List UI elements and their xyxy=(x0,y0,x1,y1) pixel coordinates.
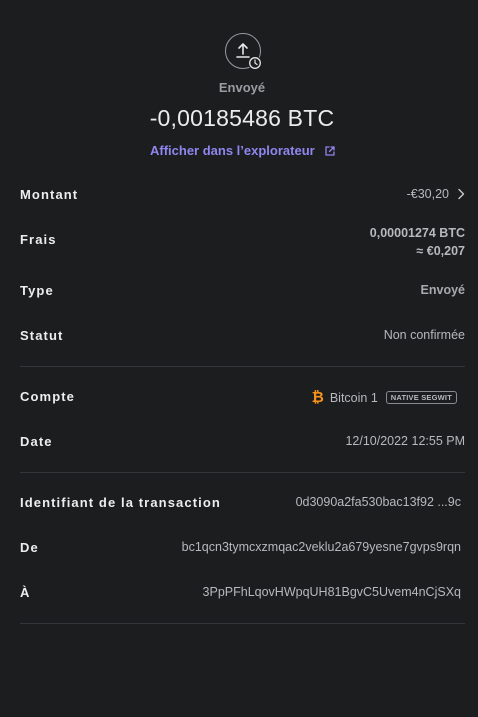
type-row: Type Envoyé xyxy=(20,283,465,303)
fees-crypto-value: 0,00001274 BTC xyxy=(369,226,465,240)
status-label: Statut xyxy=(20,328,64,343)
external-link-icon xyxy=(325,146,335,156)
fees-fiat-value: ≈ €0,207 xyxy=(416,244,465,258)
account-value[interactable]: ₿ Bitcoin 1 NATIVE SEGWIT xyxy=(312,389,457,406)
fees-label: Frais xyxy=(20,232,57,247)
type-label: Type xyxy=(20,283,54,298)
operation-amount: -0,00185486 BTC xyxy=(149,105,335,131)
to-label: À xyxy=(20,585,31,600)
type-value: Envoyé xyxy=(420,283,465,297)
operation-status-title: Envoyé xyxy=(218,80,266,95)
operation-header: Envoyé -0,00185486 BTC Afficher dans l’e… xyxy=(0,0,478,170)
divider xyxy=(20,472,465,473)
amount-value: -€30,20 xyxy=(407,187,465,201)
fees-value: 0,00001274 BTC ≈ €0,207 xyxy=(370,226,465,258)
date-row: Date 12/10/2022 12:55 PM xyxy=(20,434,465,454)
bitcoin-icon: ₿ xyxy=(311,389,324,406)
date-label: Date xyxy=(20,434,53,449)
to-row[interactable]: À 3PpPFhLqovHWpqUH81BgvC5Uvem4nCjSXq xyxy=(20,585,465,605)
view-in-explorer-link[interactable]: Afficher dans l’explorateur xyxy=(150,143,336,158)
date-value: 12/10/2022 12:55 PM xyxy=(345,434,465,448)
txid-value[interactable]: 0d3090a2fa530bac13f92 ...9c xyxy=(296,495,461,509)
divider xyxy=(20,623,465,624)
amount-label: Montant xyxy=(20,187,79,202)
divider xyxy=(20,366,465,367)
fees-row: Frais 0,00001274 BTC ≈ €0,207 xyxy=(20,226,465,262)
to-address[interactable]: 3PpPFhLqovHWpqUH81BgvC5Uvem4nCjSXq xyxy=(203,585,461,599)
txid-row[interactable]: Identifiant de la transaction 0d3090a2fa… xyxy=(20,495,465,515)
explorer-link-label: Afficher dans l’explorateur xyxy=(150,143,315,158)
account-name: Bitcoin 1 xyxy=(329,391,378,405)
from-label: De xyxy=(20,540,39,555)
amount-row[interactable]: Montant -€30,20 xyxy=(20,187,465,207)
from-address[interactable]: bc1qcn3tymcxzmqac2veklu2a679yesne7gvps9r… xyxy=(182,540,461,554)
amount-fiat-value: -€30,20 xyxy=(406,187,449,201)
chevron-right-icon[interactable] xyxy=(457,188,465,200)
account-row[interactable]: Compte ₿ Bitcoin 1 NATIVE SEGWIT xyxy=(20,389,465,409)
account-type-badge: NATIVE SEGWIT xyxy=(385,391,457,404)
clock-icon xyxy=(248,56,262,70)
from-row[interactable]: De bc1qcn3tymcxzmqac2veklu2a679yesne7gvp… xyxy=(20,540,465,560)
txid-label: Identifiant de la transaction xyxy=(20,495,221,510)
account-label: Compte xyxy=(20,389,75,404)
upload-icon xyxy=(225,33,262,70)
status-row: Statut Non confirmée xyxy=(20,328,465,348)
status-value: Non confirmée xyxy=(383,328,465,342)
